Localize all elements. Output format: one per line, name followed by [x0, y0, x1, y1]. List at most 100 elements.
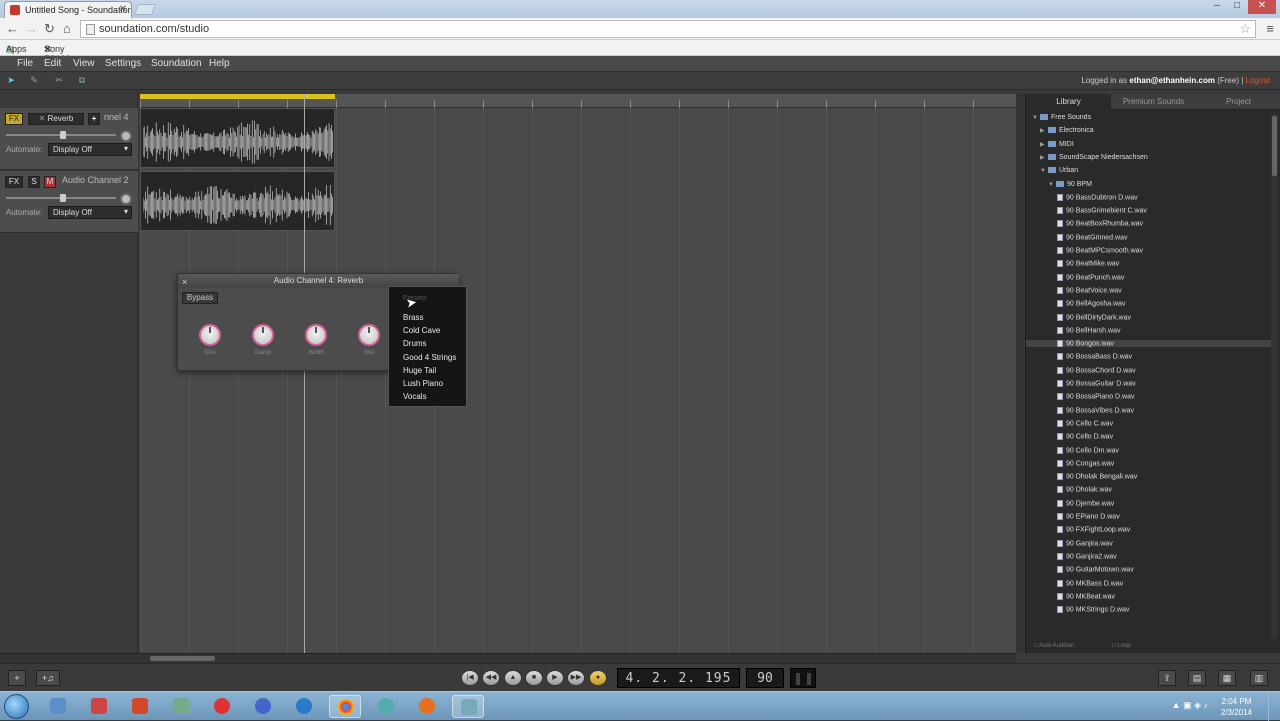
audio-clip[interactable] — [140, 108, 335, 168]
rewind-start-icon[interactable]: |◀ — [461, 670, 479, 686]
add-effect-button[interactable]: + — [88, 113, 100, 125]
add-track-button[interactable]: + — [8, 670, 26, 686]
audio-clip[interactable] — [140, 171, 335, 231]
expand-arrow-icon[interactable]: ▶ — [1040, 141, 1048, 148]
library-file[interactable]: 90 Ganjira2.wav — [1057, 553, 1117, 560]
cut-tool-icon[interactable]: ✂ — [52, 75, 66, 87]
library-file[interactable]: 90 Cello Dm.wav — [1057, 447, 1119, 454]
app-taskbar-icon[interactable] — [452, 695, 484, 718]
library-file[interactable]: 90 BeatBoxRhumba.wav — [1057, 220, 1143, 227]
library-file[interactable]: 90 Congas.wav — [1057, 460, 1114, 467]
close-window-icon[interactable]: ✕ — [1248, 0, 1276, 14]
new-tab-button[interactable] — [133, 4, 157, 15]
library-file[interactable]: 90 Dholak.wav — [1057, 486, 1112, 493]
stop-icon[interactable]: ■ — [525, 670, 543, 686]
library-folder[interactable]: ▶ Electronica — [1040, 127, 1094, 134]
keyboard-icon[interactable]: ▦ — [1218, 670, 1236, 686]
pencil-tool-icon[interactable]: ✎ — [27, 75, 41, 87]
arrangement-vertical-scrollbar[interactable] — [1016, 94, 1024, 653]
preset-item[interactable]: Drums — [403, 339, 427, 348]
library-scroll-thumb[interactable] — [1272, 116, 1277, 176]
browser-menu-icon[interactable]: ≡ — [1266, 21, 1274, 36]
menu-edit[interactable]: Edit — [44, 58, 61, 69]
volume-slider-handle[interactable] — [60, 131, 66, 139]
library-file[interactable]: 90 BellAgosha.wav — [1057, 300, 1126, 307]
back-icon[interactable]: ← — [6, 21, 19, 36]
tab-library[interactable]: Library — [1026, 94, 1111, 110]
volume-slider-handle[interactable] — [60, 194, 66, 202]
library-folder[interactable]: ▶ SoundScape Niedersachsen — [1040, 154, 1148, 161]
library-file[interactable]: 90 MKBass D.wav — [1057, 580, 1123, 587]
explorer-taskbar-icon[interactable] — [42, 695, 74, 718]
preset-item[interactable]: Vocals — [403, 392, 427, 401]
fx-button[interactable]: FX — [5, 113, 23, 125]
pan-knob[interactable] — [120, 193, 132, 205]
library-file[interactable]: 90 MKBeat.wav — [1057, 593, 1115, 600]
start-button-icon[interactable] — [4, 694, 29, 719]
logout-link[interactable]: Logout — [1246, 76, 1270, 85]
library-file[interactable]: 90 Bongos.wav — [1026, 340, 1271, 348]
system-clock[interactable]: 2:04 PM 2/3/2014 — [1221, 696, 1252, 718]
preset-item[interactable]: Lush Piano — [403, 379, 443, 388]
library-file[interactable]: 90 BossaVibes D.wav — [1057, 407, 1134, 414]
playhead[interactable] — [304, 94, 305, 653]
app-taskbar-icon[interactable] — [206, 695, 238, 718]
library-file[interactable]: 90 BossaChord D.wav — [1057, 367, 1136, 374]
loop-checkbox[interactable]: □ Loop — [1112, 643, 1131, 649]
library-scrollbar[interactable] — [1271, 114, 1278, 639]
eject-icon[interactable]: ▲ — [504, 670, 522, 686]
library-file[interactable]: 90 Dholak Bengali.wav — [1057, 473, 1137, 480]
library-file[interactable]: 90 BellDirtyDark.wav — [1057, 314, 1131, 321]
library-file[interactable]: 90 MKStrings D.wav — [1057, 606, 1129, 613]
maximize-icon[interactable]: □ — [1228, 0, 1246, 14]
expand-arrow-icon[interactable]: ▶ — [1040, 127, 1048, 134]
tab-premium-sounds[interactable]: Premium Sounds — [1111, 94, 1196, 110]
menu-file[interactable]: File — [17, 58, 33, 69]
track-header[interactable]: FX S M Audio Channel 2 Automate: Display… — [0, 171, 138, 233]
glue-tool-icon[interactable]: ⧉ — [75, 75, 89, 87]
automate-select[interactable]: Display Off — [48, 143, 132, 156]
browser-tab[interactable]: Untitled Song - Soundation ✕ — [4, 1, 132, 18]
library-file[interactable]: 90 BeatPunch.wav — [1057, 274, 1124, 281]
fast-forward-icon[interactable]: ▶▶ — [567, 670, 585, 686]
library-file[interactable]: 90 BeatGrimed.wav — [1057, 234, 1127, 241]
library-file[interactable]: 90 BeatMike.wav — [1057, 260, 1119, 267]
expand-arrow-icon[interactable]: ▼ — [1048, 182, 1056, 188]
library-file[interactable]: 90 BassGrimebient C.wav — [1057, 207, 1147, 214]
arrangement-horizontal-scrollbar[interactable] — [0, 653, 1016, 663]
wet-knob[interactable] — [358, 324, 380, 346]
automate-select[interactable]: Display Off — [48, 206, 132, 219]
settings-icon[interactable]: ▥ — [1250, 670, 1268, 686]
library-file[interactable]: 90 Cello C.wav — [1057, 420, 1113, 427]
preset-item[interactable]: Cold Cave — [403, 326, 440, 335]
scroll-thumb[interactable] — [150, 656, 215, 661]
library-file[interactable]: 90 FXFightLoop.wav — [1057, 526, 1130, 533]
expand-arrow-icon[interactable]: ▼ — [1032, 115, 1040, 121]
effect-reverb-button[interactable]: ✕ Reverb — [28, 113, 84, 125]
library-file[interactable]: 90 Cello D.wav — [1057, 433, 1113, 440]
play-icon[interactable]: ▶ — [546, 670, 564, 686]
system-tray-icons[interactable]: ▲ ▣ ◈ ♪ — [1172, 700, 1208, 711]
library-file[interactable]: 90 BassDubtron D.wav — [1057, 194, 1138, 201]
preset-item[interactable]: Huge Tail — [403, 366, 436, 375]
library-file[interactable]: 90 BossaBass D.wav — [1057, 353, 1132, 360]
preset-item[interactable]: Good 4 Strings — [403, 353, 456, 362]
close-tab-icon[interactable]: ✕ — [119, 4, 127, 15]
library-file[interactable]: 90 BellHarsh.wav — [1057, 327, 1120, 334]
mixer-icon[interactable]: ▤ — [1188, 670, 1206, 686]
app-taskbar-icon[interactable] — [83, 695, 115, 718]
library-file[interactable]: 90 BossaPiano D.wav — [1057, 393, 1134, 400]
auto-audition-checkbox[interactable]: □ Auto Audition — [1034, 643, 1074, 649]
app-taskbar-icon[interactable] — [370, 695, 402, 718]
loop-region[interactable] — [140, 94, 335, 99]
expand-arrow-icon[interactable]: ▼ — [1040, 168, 1048, 174]
library-file[interactable]: 90 BeatMPCsmooth.wav — [1057, 247, 1143, 254]
mute-button[interactable]: M — [44, 176, 56, 188]
menu-settings[interactable]: Settings — [105, 58, 141, 69]
export-icon[interactable]: ⇪ — [1158, 670, 1176, 686]
record-icon[interactable]: ● — [589, 670, 607, 686]
add-audio-track-button[interactable]: +♫ — [36, 670, 60, 686]
remove-effect-icon[interactable]: ✕ — [39, 114, 48, 123]
home-icon[interactable]: ⌂ — [63, 21, 71, 36]
track-header[interactable]: FX ✕ Reverb + nnel 4 Automate: Display O… — [0, 108, 138, 170]
